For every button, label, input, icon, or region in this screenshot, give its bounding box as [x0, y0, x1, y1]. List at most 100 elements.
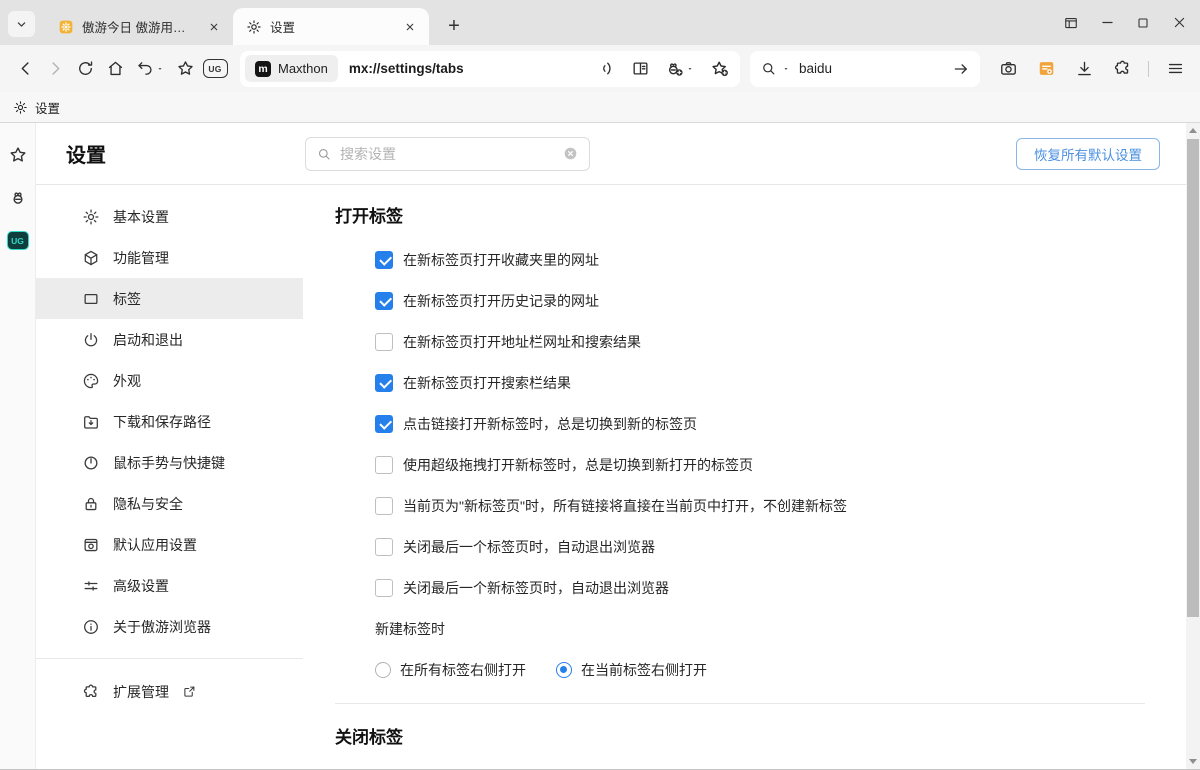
toolbar: UG m Maxthon mx://settings/tabs	[0, 45, 1200, 92]
settings-nav-item[interactable]: 下载和保存路径	[36, 401, 303, 442]
radio-button[interactable]	[375, 662, 391, 678]
scrollbar-down-arrow[interactable]	[1186, 754, 1200, 769]
bookmark-label: 设置	[35, 98, 60, 117]
checkbox-option-row[interactable]: 关闭最后一个新标签页时，自动退出浏览器	[335, 567, 1200, 608]
settings-nav-item[interactable]: 启动和退出	[36, 319, 303, 360]
checkbox[interactable]	[375, 333, 393, 351]
checkbox-option-row[interactable]: 点击链接打开新标签时，总是切换到新的标签页	[335, 403, 1200, 444]
checkbox[interactable]	[375, 497, 393, 515]
settings-nav-item[interactable]: 功能管理	[36, 237, 303, 278]
nav-item-label: 标签	[113, 289, 141, 309]
maxthon-today-favicon-icon	[58, 19, 74, 35]
maxnote-bee-icon[interactable]	[8, 188, 28, 208]
nav-item-icon	[82, 249, 100, 267]
checkbox-option-row[interactable]: 在新标签页打开历史记录的网址	[335, 280, 1200, 321]
scrollbar-up-arrow[interactable]	[1186, 123, 1200, 138]
search-input[interactable]	[799, 61, 909, 76]
bee-collect-icon[interactable]	[665, 59, 685, 79]
address-bar[interactable]: m Maxthon mx://settings/tabs	[240, 51, 740, 87]
tab-close-button[interactable]	[205, 18, 223, 36]
clear-search-icon[interactable]	[562, 145, 579, 162]
undo-closed-tab-button[interactable]	[130, 54, 170, 84]
checkbox-option-row[interactable]: 在新标签页打开搜索栏结果	[335, 362, 1200, 403]
puzzle-icon	[82, 683, 100, 701]
forward-button[interactable]	[40, 54, 70, 84]
checkbox[interactable]	[375, 579, 393, 597]
url-text[interactable]: mx://settings/tabs	[349, 61, 464, 76]
nav-item-icon	[82, 536, 100, 554]
reset-defaults-button[interactable]: 恢复所有默认设置	[1016, 138, 1160, 170]
nav-item-icon	[82, 290, 100, 308]
checkbox[interactable]	[375, 251, 393, 269]
new-tab-button[interactable]: +	[439, 11, 469, 41]
favorites-sidebar-icon[interactable]	[8, 145, 28, 165]
radio-option[interactable]: 在所有标签右侧打开	[375, 660, 526, 680]
nav-divider	[36, 658, 303, 659]
checkbox[interactable]	[375, 456, 393, 474]
settings-nav-item[interactable]: 鼠标手势与快捷键	[36, 442, 303, 483]
checkbox-option-row[interactable]: 使用超级拖拽打开新标签时，总是切换到新打开的标签页	[335, 444, 1200, 485]
scrollbar-thumb[interactable]	[1187, 139, 1199, 617]
forward-icon	[46, 59, 65, 78]
maxnote-button[interactable]	[1031, 54, 1061, 84]
tab-maxthon-today[interactable]: 傲游今日 傲游用户专属	[45, 8, 233, 45]
screenshot-button[interactable]	[993, 54, 1023, 84]
checkbox[interactable]	[375, 415, 393, 433]
extensions-button[interactable]	[1107, 54, 1137, 84]
checkbox-option-row[interactable]: 在新标签页打开地址栏网址和搜索结果	[335, 321, 1200, 362]
go-search-arrow-icon[interactable]	[952, 60, 970, 78]
tab-settings[interactable]: 设置	[233, 8, 429, 45]
radio-option[interactable]: 在当前标签右侧打开	[556, 660, 707, 680]
ug-sidebar-badge[interactable]: UG	[7, 231, 29, 250]
settings-nav-item[interactable]: 隐私与安全	[36, 483, 303, 524]
tab-title: 设置	[270, 17, 393, 36]
settings-search-input[interactable]	[340, 146, 554, 162]
settings-nav-item[interactable]: 基本设置	[36, 196, 303, 237]
radio-button[interactable]	[556, 662, 572, 678]
settings-nav-item-extensions[interactable]: 扩展管理	[36, 671, 303, 712]
settings-nav-item[interactable]: 默认应用设置	[36, 524, 303, 565]
checkbox-option-row[interactable]: 当前页为"新标签页"时，所有链接将直接在当前页中打开，不创建新标签	[335, 485, 1200, 526]
settings-nav-item[interactable]: 高级设置	[36, 565, 303, 606]
close-icon	[208, 21, 220, 33]
minimize-button[interactable]	[1092, 8, 1122, 38]
close-window-button[interactable]	[1164, 8, 1194, 38]
back-button[interactable]	[10, 54, 40, 84]
puzzle-icon	[1113, 59, 1132, 78]
checkbox[interactable]	[375, 292, 393, 310]
caret-down-icon[interactable]	[781, 64, 791, 74]
checkbox-label: 关闭最后一个标签页时，自动退出浏览器	[403, 537, 655, 557]
checkbox-label: 使用超级拖拽打开新标签时，总是切换到新打开的标签页	[403, 455, 753, 475]
user-guide-button[interactable]: UG	[200, 54, 230, 84]
add-favorite-icon[interactable]	[710, 59, 730, 79]
menu-button[interactable]	[1160, 54, 1190, 84]
read-aloud-icon[interactable]	[597, 59, 616, 78]
site-identity-chip[interactable]: m Maxthon	[245, 55, 338, 82]
tab-close-button[interactable]	[401, 18, 419, 36]
tab-list-dropdown-button[interactable]	[8, 11, 35, 37]
nav-item-icon	[82, 577, 100, 595]
settings-nav-item[interactable]: 外观	[36, 360, 303, 401]
page-scrollbar[interactable]	[1186, 123, 1200, 769]
settings-page: 设置 恢复所有默认设置 基本设置	[36, 123, 1200, 769]
bookmark-settings[interactable]: 设置	[13, 98, 60, 117]
checkbox-label: 在新标签页打开历史记录的网址	[403, 291, 599, 311]
nav-item-label: 下载和保存路径	[113, 412, 211, 432]
downloads-button[interactable]	[1069, 54, 1099, 84]
boss-key-button[interactable]	[1056, 8, 1086, 38]
checkbox[interactable]	[375, 374, 393, 392]
search-bar[interactable]	[750, 51, 980, 87]
section-heading-close-tabs: 关闭标签	[335, 726, 1200, 750]
home-button[interactable]	[100, 54, 130, 84]
maximize-button[interactable]	[1128, 8, 1158, 38]
reload-button[interactable]	[70, 54, 100, 84]
reader-mode-icon[interactable]	[631, 59, 650, 78]
checkbox[interactable]	[375, 538, 393, 556]
settings-nav-item[interactable]: 标签	[36, 278, 303, 319]
favorites-button[interactable]	[170, 54, 200, 84]
settings-search-box[interactable]	[305, 137, 590, 171]
settings-nav-item[interactable]: 关于傲游浏览器	[36, 606, 303, 647]
checkbox-option-row[interactable]: 在新标签页打开收藏夹里的网址	[335, 239, 1200, 280]
checkbox-option-row[interactable]: 关闭最后一个标签页时，自动退出浏览器	[335, 526, 1200, 567]
nav-item-icon	[82, 495, 100, 513]
